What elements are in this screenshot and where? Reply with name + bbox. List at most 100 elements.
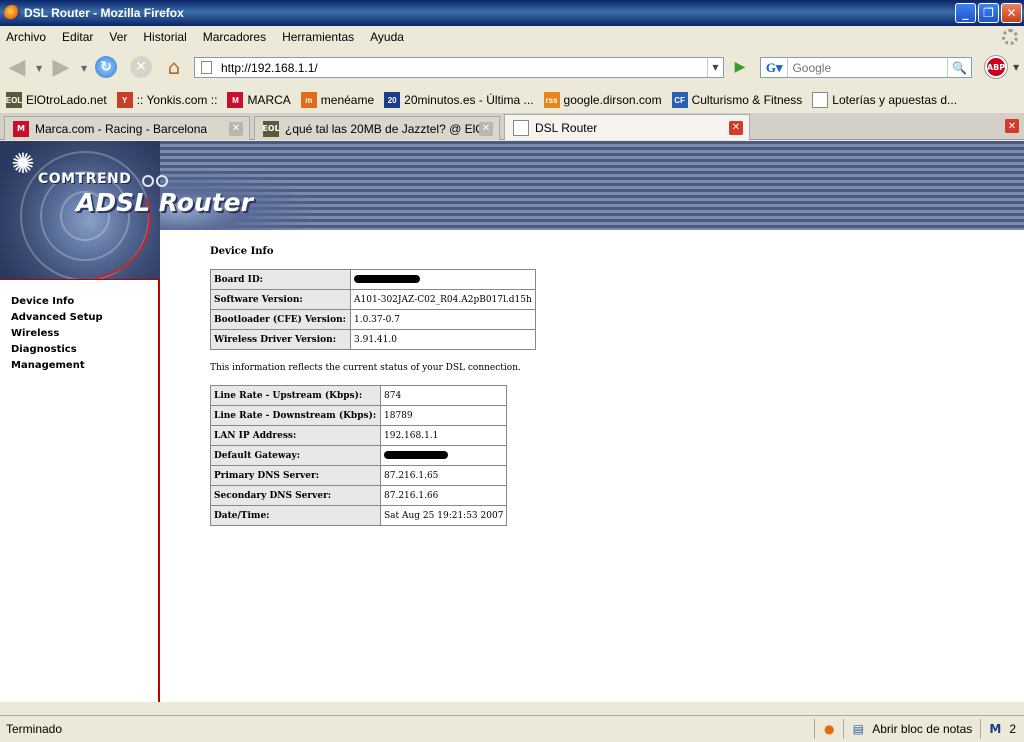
table-row: Line Rate - Downstream (Kbps): 18789 — [210, 405, 508, 426]
redacted-value — [350, 269, 536, 290]
row-label: Wireless Driver Version: — [210, 329, 351, 350]
redaction-mark — [354, 275, 420, 283]
open-notepad-link[interactable]: Abrir bloc de notas — [872, 722, 972, 736]
forward-arrow-icon[interactable]: ▶ — [50, 55, 72, 80]
brand-name: COMTREND — [38, 171, 132, 187]
bookmark-label: menéame — [320, 93, 375, 107]
firefox-status-icon[interactable]: ● — [821, 721, 837, 737]
menu-marcadores[interactable]: Marcadores — [203, 30, 266, 44]
bookmark-label: Loterías y apuestas d... — [832, 93, 958, 107]
browser-tab[interactable]: DSL Router ✕ — [504, 114, 750, 140]
tab-label: DSL Router — [535, 120, 598, 135]
row-value: 87.216.1.65 — [379, 465, 508, 486]
menu-archivo[interactable]: Archivo — [6, 30, 46, 44]
menu-ayuda[interactable]: Ayuda — [370, 30, 404, 44]
title-bar: DSL Router - Mozilla Firefox _ ❐ ✕ — [0, 0, 1024, 26]
table-row: Wireless Driver Version: 3.91.41.0 — [210, 329, 536, 350]
row-label: Software Version: — [210, 289, 351, 310]
row-value: 87.216.1.66 — [379, 485, 508, 506]
table-row: Primary DNS Server: 87.216.1.65 — [210, 465, 508, 486]
search-icon[interactable]: 🔍 — [947, 58, 971, 77]
bookmark-item[interactable]: M MARCA — [227, 92, 291, 108]
tab-close-icon[interactable]: ✕ — [479, 121, 493, 136]
bookmark-item[interactable]: EOL ElOtroLado.net — [6, 92, 107, 108]
stop-icon[interactable]: ✕ — [130, 56, 152, 78]
url-bar[interactable]: http://192.168.1.1/ ▼ — [194, 57, 724, 78]
throbber-icon — [1002, 29, 1018, 45]
browser-tab[interactable]: M Marca.com - Racing - Barcelona ✕ — [4, 116, 250, 140]
status-text: Terminado — [6, 722, 63, 736]
tab-bar: M Marca.com - Racing - Barcelona ✕ EOL ¿qué … — [0, 113, 1024, 140]
notepad-icon[interactable]: ▤ — [850, 721, 866, 737]
row-label: Bootloader (CFE) Version: — [210, 309, 351, 330]
page-icon — [513, 119, 529, 136]
bookmark-item[interactable]: 20 20minutos.es - Última ... — [384, 92, 534, 108]
row-value: 1.0.37-0.7 — [350, 309, 536, 330]
bookmark-label: google.dirson.com — [563, 93, 662, 107]
menu-editar[interactable]: Editar — [62, 30, 93, 44]
url-text[interactable]: http://192.168.1.1/ — [221, 61, 707, 75]
row-value: 874 — [379, 385, 508, 406]
adblock-plus-icon[interactable]: ABP — [985, 56, 1007, 78]
yonkis-icon: Y — [116, 92, 133, 108]
bookmark-item[interactable]: Loterías y apuestas d... — [812, 92, 957, 108]
meneame-icon: m — [300, 92, 317, 108]
row-value: 192.168.1.1 — [379, 425, 508, 446]
menu-historial[interactable]: Historial — [143, 30, 186, 44]
gmail-icon[interactable]: M — [987, 721, 1003, 737]
row-value: A101-302JAZ-C02_R04.A2pB017l.d15h — [350, 289, 536, 310]
bookmark-item[interactable]: Y:: Yonkis.com :: — [116, 92, 217, 108]
router-nav-item[interactable]: Advanced Setup — [11, 310, 158, 326]
bookmark-label: Culturismo & Fitness — [691, 93, 803, 107]
google-engine-icon[interactable]: G▾ — [761, 58, 789, 77]
bookmark-label: ElOtroLado.net — [26, 93, 107, 107]
comtrend-logo-icon: ✺ — [11, 147, 35, 180]
reload-icon[interactable]: ↻ — [95, 56, 117, 78]
router-nav-item[interactable]: Device Info — [11, 294, 158, 310]
row-label: LAN IP Address: — [210, 425, 381, 446]
back-arrow-icon[interactable]: ◀ — [6, 55, 28, 80]
table-row: Default Gateway: — [210, 445, 508, 466]
home-icon[interactable]: ⌂ — [163, 55, 185, 79]
bookmark-label: 20minutos.es - Última ... — [404, 93, 534, 107]
table-row: Bootloader (CFE) Version: 1.0.37-0.7 — [210, 309, 536, 330]
row-label: Default Gateway: — [210, 445, 381, 466]
tab-label: ¿qué tal las 20MB de Jazztel? @ ElOtro..… — [285, 121, 479, 136]
router-nav-item[interactable]: Management — [11, 358, 158, 374]
status-note: This information reflects the current st… — [210, 363, 521, 373]
fitness-icon: CF — [671, 92, 688, 108]
search-bar: G▾ 🔍 — [760, 57, 972, 78]
minimize-button[interactable]: _ — [955, 3, 976, 23]
window-title: DSL Router - Mozilla Firefox — [24, 6, 184, 20]
tab-close-icon[interactable]: ✕ — [729, 120, 743, 135]
search-input[interactable] — [788, 59, 948, 76]
menu-herramientas[interactable]: Herramientas — [282, 30, 354, 44]
gmail-count[interactable]: 2 — [1009, 722, 1016, 736]
bookmark-item[interactable]: rss google.dirson.com — [543, 92, 662, 108]
table-row: Date/Time: Sat Aug 25 19:21:53 2007 — [210, 505, 508, 526]
row-label: Line Rate - Upstream (Kbps): — [210, 385, 381, 406]
bookmark-label: MARCA — [247, 93, 291, 107]
page-icon — [812, 92, 829, 108]
close-window-button[interactable]: ✕ — [1001, 3, 1022, 23]
back-history-dropdown-icon[interactable]: ▼ — [36, 64, 42, 73]
rss-icon: rss — [543, 92, 560, 108]
maximize-button[interactable]: ❐ — [978, 3, 999, 23]
bookmark-item[interactable]: m menéame — [300, 92, 375, 108]
close-tab-icon[interactable]: ✕ — [1005, 119, 1019, 133]
go-arrow-icon[interactable]: ▶ — [731, 58, 749, 76]
router-nav-item[interactable]: Wireless — [11, 326, 158, 342]
table-row: Software Version: A101-302JAZ-C02_R04.A2p… — [210, 289, 536, 310]
adblock-dropdown-icon[interactable]: ▼ — [1013, 63, 1019, 72]
bookmark-item[interactable]: CF Culturismo & Fitness — [671, 92, 803, 108]
table-row: LAN IP Address: 192.168.1.1 — [210, 425, 508, 446]
browser-tab[interactable]: EOL ¿qué tal las 20MB de Jazztel? @ ElOtr… — [254, 116, 500, 140]
tab-close-icon[interactable]: ✕ — [229, 121, 243, 136]
menu-ver[interactable]: Ver — [109, 30, 127, 44]
connection-status-table: Line Rate - Upstream (Kbps): 874 Line Rate… — [210, 385, 508, 526]
router-nav-item[interactable]: Diagnostics — [11, 342, 158, 358]
eol-icon: EOL — [6, 92, 22, 108]
firefox-icon — [4, 5, 20, 21]
url-dropdown-icon[interactable]: ▼ — [707, 58, 723, 77]
forward-history-dropdown-icon[interactable]: ▼ — [81, 64, 87, 73]
